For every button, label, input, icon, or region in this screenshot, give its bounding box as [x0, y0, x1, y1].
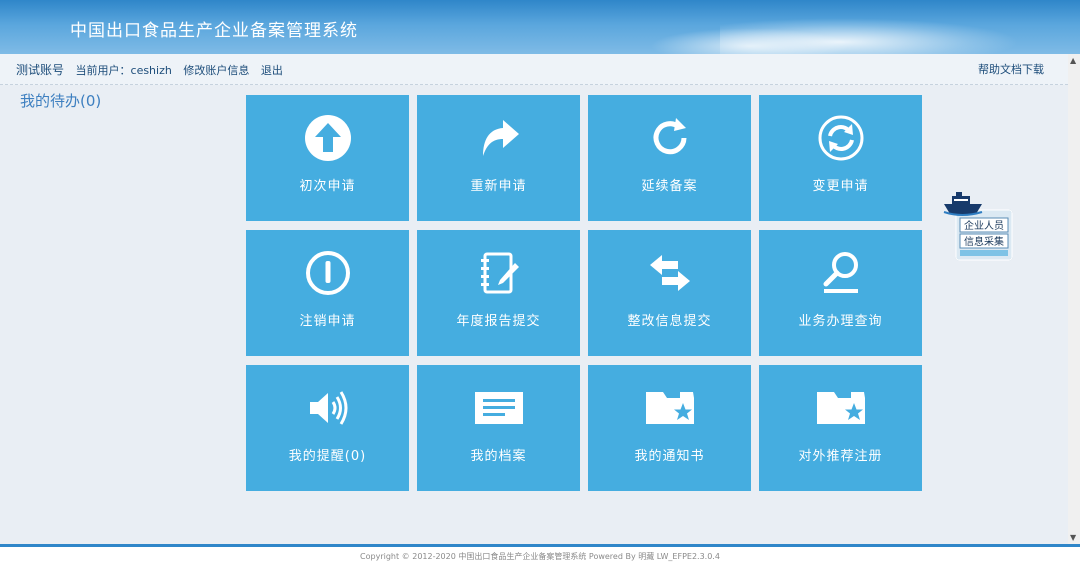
swap-arrows-icon	[645, 248, 695, 298]
tile-my-notices[interactable]: 我的通知书	[588, 365, 751, 491]
edit-account-link[interactable]: 修改账户信息	[183, 64, 249, 77]
help-download-link[interactable]: 帮助文档下载	[978, 61, 1044, 77]
tile-label: 变更申请	[812, 179, 869, 194]
username: ceshizh	[130, 64, 172, 77]
tile-label: 业务办理查询	[798, 314, 883, 329]
refresh-icon	[645, 113, 695, 163]
tile-renew-filing[interactable]: 延续备案	[588, 95, 751, 221]
tile-label: 注销申请	[299, 314, 356, 329]
tile-label: 年度报告提交	[456, 314, 541, 329]
tile-rectification-submit[interactable]: 整改信息提交	[588, 230, 751, 356]
folder-star-icon	[645, 383, 695, 433]
tile-reapply[interactable]: 重新申请	[417, 95, 580, 221]
speaker-icon	[303, 383, 353, 433]
folder-star-icon	[816, 383, 866, 433]
badge-line1: 企业人员	[964, 219, 1004, 232]
badge-line2: 信息采集	[964, 235, 1004, 248]
tile-cancel-application[interactable]: 注销申请	[246, 230, 409, 356]
tile-label: 我的档案	[470, 449, 527, 464]
scroll-up-arrow-icon[interactable]: ▲	[1070, 56, 1076, 65]
tile-label: 重新申请	[470, 179, 527, 194]
tile-annual-report[interactable]: 年度报告提交	[417, 230, 580, 356]
current-user-prefix: 当前用户：	[75, 64, 131, 77]
document-lines-icon	[474, 383, 524, 433]
arrow-up-circle-icon	[303, 113, 353, 163]
tile-business-query[interactable]: 业务办理查询	[759, 230, 922, 356]
tile-label: 延续备案	[641, 179, 698, 194]
redo-arrow-icon	[474, 113, 524, 163]
app-title: 中国出口食品生产企业备案管理系统	[70, 21, 358, 41]
staff-info-collection-badge[interactable]: 企业人员 信息采集	[942, 190, 1014, 262]
tile-external-recommend[interactable]: 对外推荐注册	[759, 365, 922, 491]
logout-link[interactable]: 退出	[261, 64, 283, 77]
user-toolbar: 测试账号 当前用户：ceshizh 修改账户信息 退出 帮助文档下载	[0, 54, 1068, 85]
ship-icon	[943, 192, 983, 216]
vertical-scrollbar[interactable]: ▲ ▼	[1068, 54, 1080, 544]
tile-label: 整改信息提交	[627, 314, 712, 329]
app-header: 中国出口食品生产企业备案管理系统	[0, 0, 1080, 54]
header-cloud-decoration	[650, 28, 850, 54]
scroll-down-arrow-icon[interactable]: ▼	[1070, 533, 1076, 542]
tile-label: 我的通知书	[634, 449, 705, 464]
tile-label: 对外推荐注册	[798, 449, 883, 464]
tile-initial-application[interactable]: 初次申请	[246, 95, 409, 221]
my-todo-link[interactable]: 我的待办(0)	[20, 90, 101, 111]
magnifier-icon	[816, 248, 866, 298]
tile-label: 我的提醒(0)	[288, 449, 367, 464]
sync-circle-icon	[816, 113, 866, 163]
power-circle-icon	[303, 248, 353, 298]
footer-copyright: Copyright © 2012-2020 中国出口食品生产企业备案管理系统 P…	[0, 547, 1080, 578]
tile-label: 初次申请	[299, 179, 356, 194]
tile-my-reminders[interactable]: 我的提醒(0)	[246, 365, 409, 491]
account-type-label: 测试账号	[16, 63, 65, 77]
notebook-pen-icon	[474, 248, 524, 298]
current-user-label: 当前用户：ceshizh	[76, 64, 180, 77]
tile-change-application[interactable]: 变更申请	[759, 95, 922, 221]
tile-my-archive[interactable]: 我的档案	[417, 365, 580, 491]
